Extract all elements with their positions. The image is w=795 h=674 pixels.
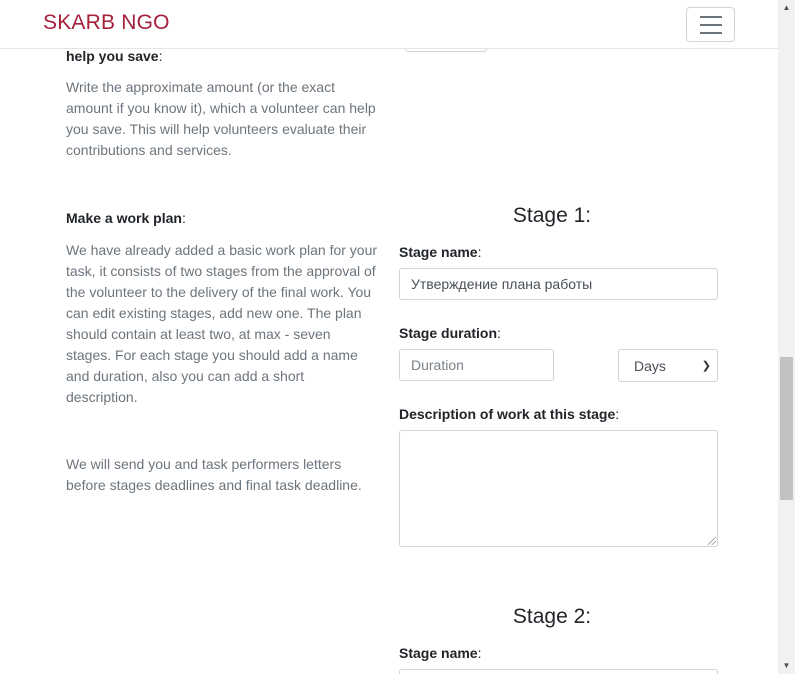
chevron-down-icon: ❯ — [701, 360, 711, 372]
stage-1-duration-input[interactable] — [399, 349, 554, 381]
stage-2-name-label: Stage name: — [399, 645, 482, 661]
stage-1-title: Stage 1: — [512, 204, 592, 227]
work-plan-help-text: We have already added a basic work plan … — [66, 242, 378, 405]
hamburger-icon — [699, 31, 722, 34]
stage-1-duration-unit-select[interactable]: Days ❯ — [618, 349, 718, 382]
resize-grip-icon[interactable] — [708, 537, 716, 545]
scroll-up-arrow-icon[interactable]: ▲ — [778, 0, 795, 16]
stage-1-description-textarea[interactable] — [399, 430, 718, 547]
page-content: help you save: Write the approximate amo… — [0, 0, 778, 674]
save-label: help you save: — [66, 48, 163, 64]
scroll-down-arrow-icon[interactable]: ▼ — [778, 658, 795, 674]
stage-1-duration-unit-value: Days — [634, 357, 666, 374]
navbar: SKARB NGO — [0, 0, 778, 49]
stage-1-duration-label: Stage duration: — [399, 325, 501, 341]
work-plan-label: Make a work plan: — [66, 210, 186, 226]
scrollbar-thumb[interactable] — [780, 357, 793, 500]
stage-2-title: Stage 2: — [512, 605, 592, 628]
stage-1-description-label: Description of work at this stage: — [399, 406, 620, 422]
stage-1-name-input[interactable] — [399, 268, 718, 300]
stage-2-name-input[interactable] — [399, 669, 718, 674]
stage-1-name-label: Stage name: — [399, 244, 482, 260]
brand-logo[interactable]: SKARB NGO — [43, 11, 170, 35]
hamburger-icon — [699, 15, 722, 18]
deadline-note-text: We will send you and task performers let… — [66, 456, 362, 493]
hamburger-icon — [699, 23, 722, 26]
navbar-toggle-button[interactable] — [686, 7, 735, 42]
scrollbar[interactable]: ▲ ▼ — [778, 0, 795, 674]
save-help-text: Write the approximate amount (or the exa… — [66, 79, 376, 158]
